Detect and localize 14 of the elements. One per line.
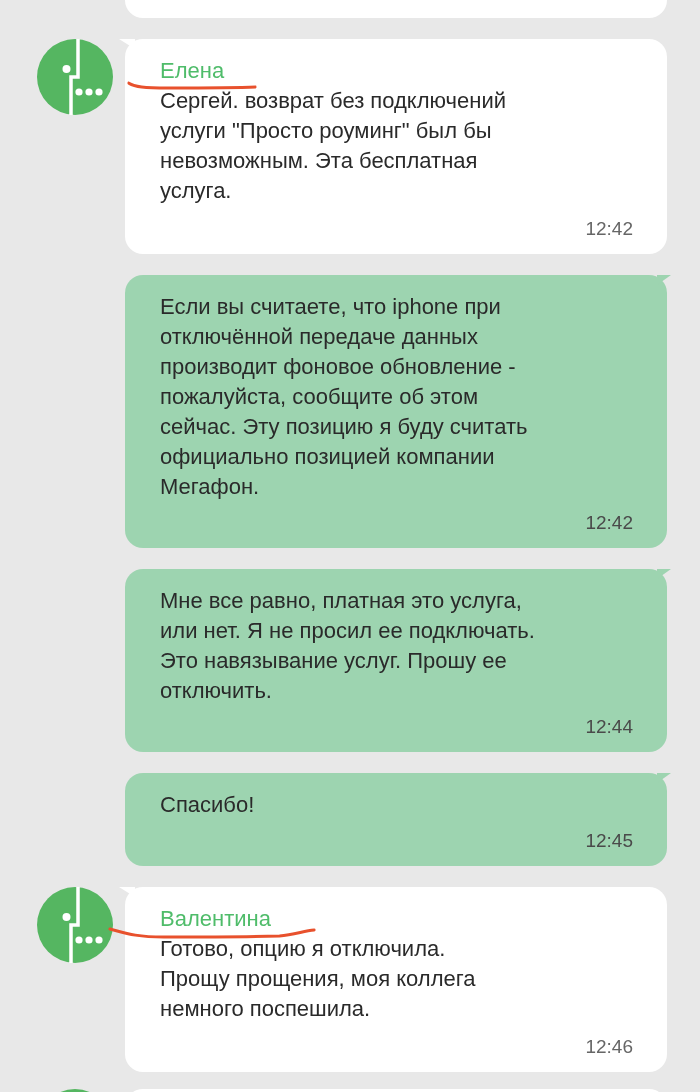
message-text: Сергей. возврат без подключений услуги "Просто роуминг" был бы невозможным. Эта бесплатная услуга.	[160, 87, 507, 205]
message-time: 12:42	[584, 217, 633, 241]
logo-icon	[37, 39, 113, 115]
message-text: Спасибо!	[160, 791, 256, 819]
message-text: Если вы считаете, что iphone при отключённой передаче данных производит фоновое обновление - пожалуйста, сообщите об этом сейчас. Эту позицию я буду считать официально позицией компании Мегафон.	[160, 293, 529, 501]
message-time: 12:42	[584, 511, 633, 535]
logo-icon	[37, 887, 113, 963]
sender-name: Валентина	[160, 905, 272, 933]
message-text: Мне все равно, платная это услуга, или нет. Я не просил ее подключать. Это навязывание услуг. Прошу ее отключить.	[160, 587, 536, 705]
message-time: 12:46	[584, 1035, 633, 1059]
sender-name: Елена	[160, 57, 226, 85]
message-text: Готово, опцию я отключила. Прощу прощения, моя коллега немного поспешила.	[160, 935, 477, 1023]
message-time: 12:44	[584, 715, 633, 739]
message-time: 12:45	[584, 829, 633, 853]
